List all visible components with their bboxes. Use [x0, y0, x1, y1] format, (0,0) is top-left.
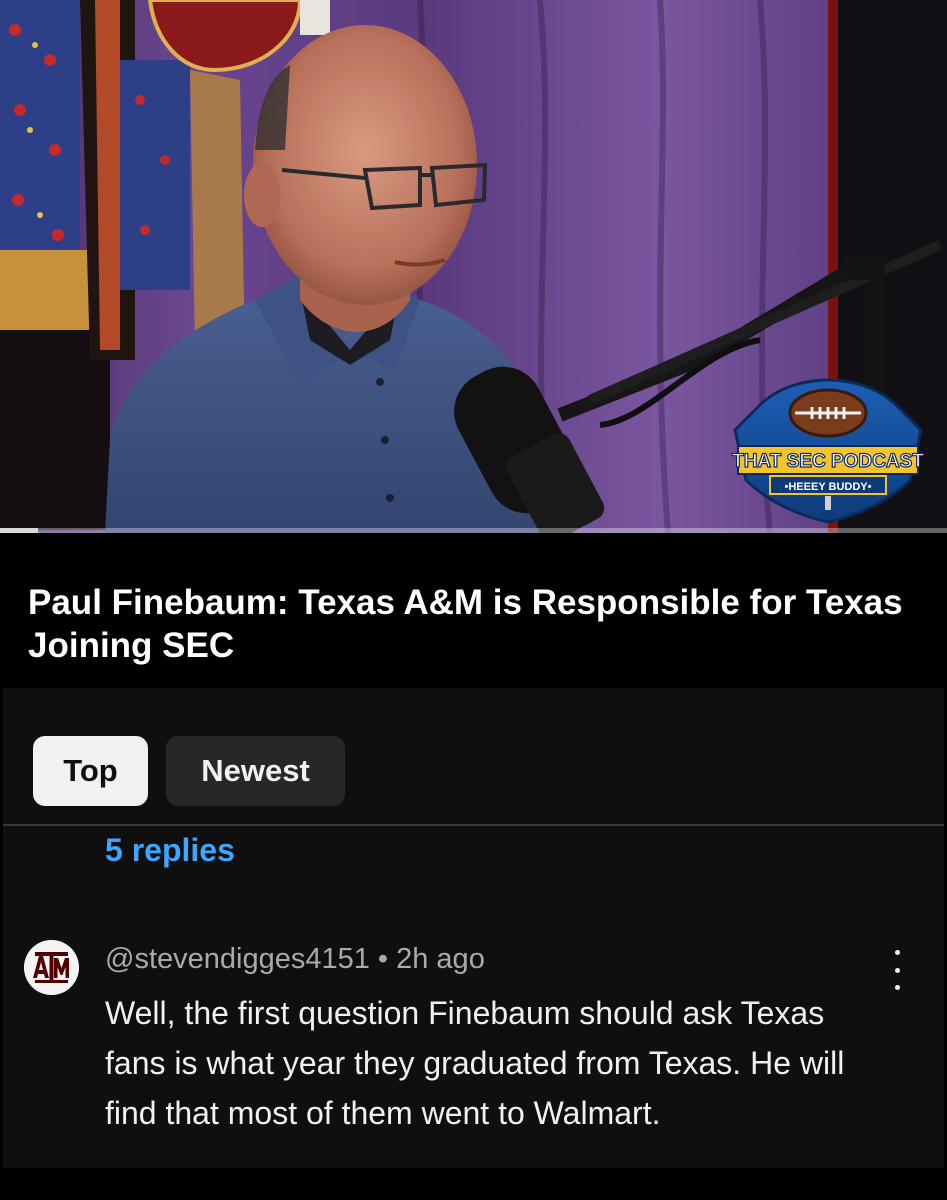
video-title: Paul Finebaum: Texas A&M is Responsible …	[28, 583, 903, 665]
dot	[894, 967, 900, 973]
comment-author-meta[interactable]: @stevendigges4151 • 2h ago	[105, 943, 485, 976]
more-options-icon[interactable]	[883, 950, 911, 990]
comment-text: Well, the first question Finebaum should…	[105, 995, 845, 1131]
divider	[3, 824, 944, 826]
video-title-area: Paul Finebaum: Texas A&M is Responsible …	[0, 533, 947, 688]
logo-line2: •HEEEY BUDDY•	[785, 481, 872, 493]
dot	[894, 950, 900, 955]
bottom-edge	[0, 1168, 947, 1200]
dot	[894, 985, 900, 990]
sort-top-label: Top	[63, 753, 118, 788]
texas-am-logo-icon	[24, 940, 79, 995]
video-player[interactable]: THAT SEC PODCAST •HEEEY BUDDY•	[0, 0, 947, 533]
comments-panel: Top Newest 5 replies @stevendigges4151 •…	[3, 688, 944, 1168]
sort-newest-label: Newest	[201, 753, 310, 788]
sort-top-chip[interactable]: Top	[33, 736, 148, 806]
logo-line1: THAT SEC PODCAST	[732, 451, 924, 472]
video-frame: THAT SEC PODCAST •HEEEY BUDDY•	[0, 0, 947, 533]
sort-newest-chip[interactable]: Newest	[166, 736, 345, 806]
avatar[interactable]	[24, 940, 79, 995]
view-replies-button[interactable]: 5 replies	[105, 832, 235, 869]
